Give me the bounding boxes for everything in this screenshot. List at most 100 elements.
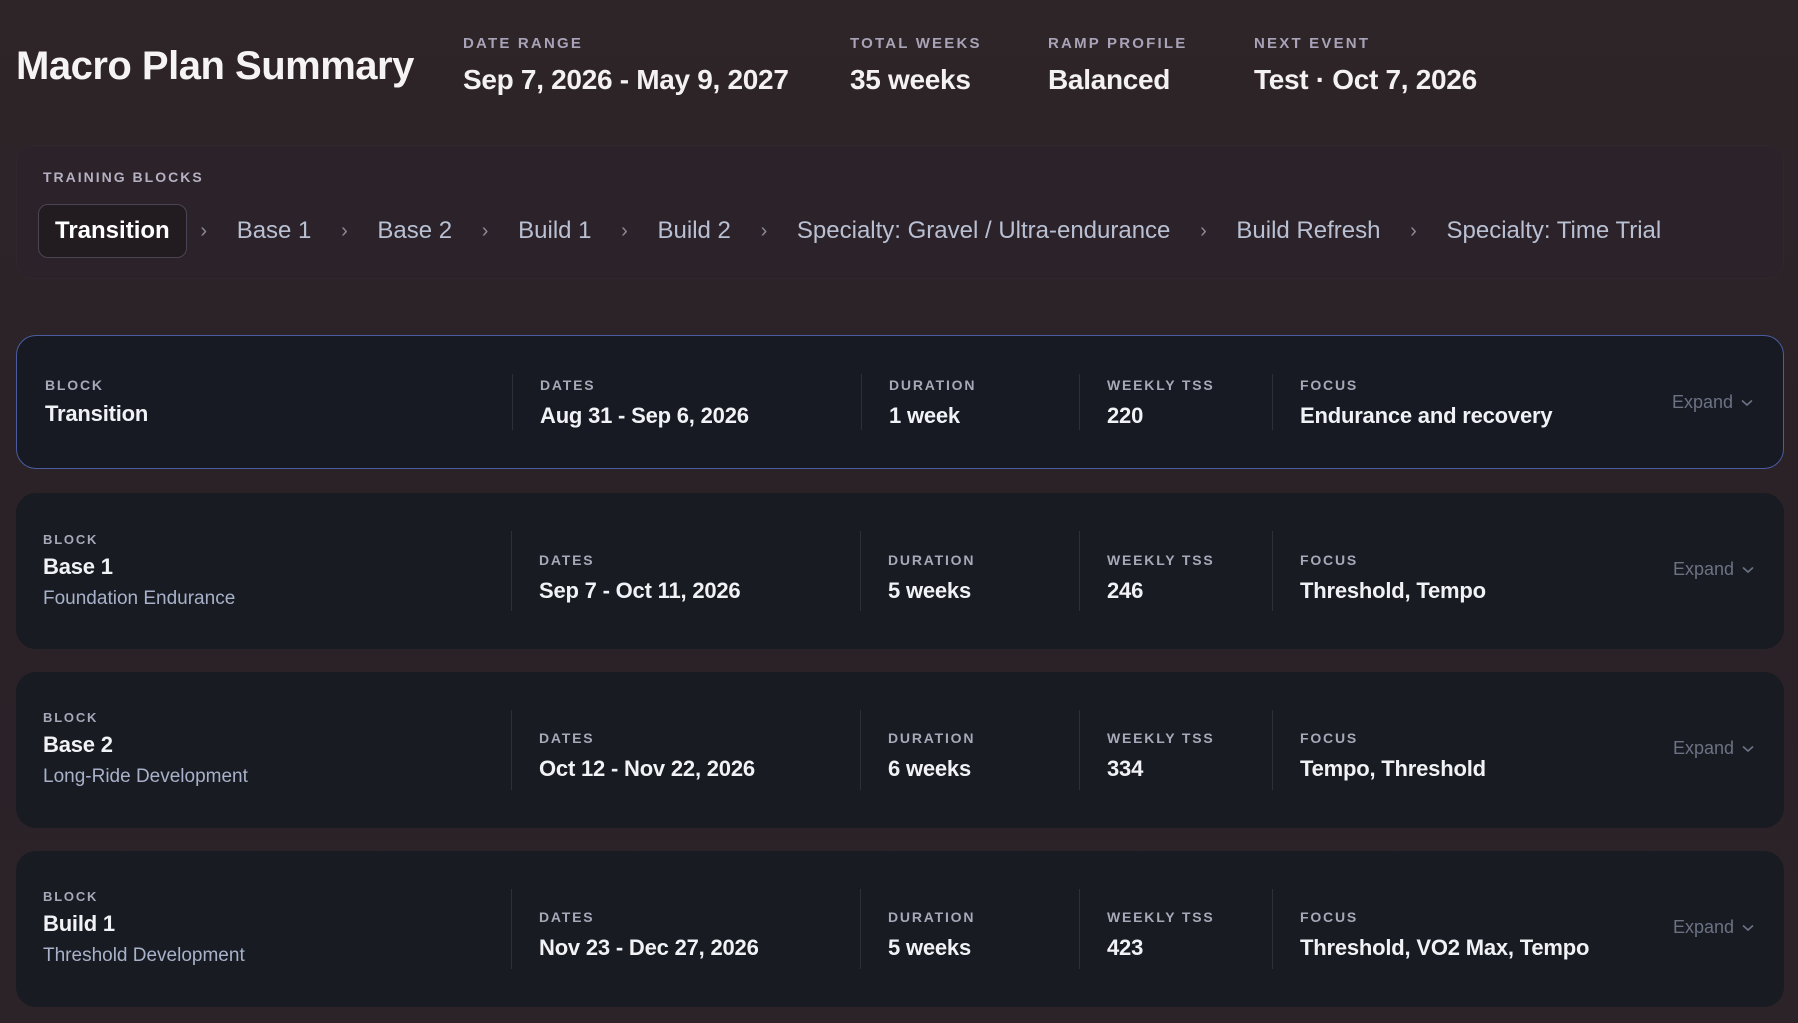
chevron-right-icon: › <box>200 219 208 242</box>
weekly-tss-value: 334 <box>1107 756 1144 781</box>
chevron-down-icon <box>1742 566 1754 573</box>
block-chip-transition[interactable]: Transition <box>38 204 187 258</box>
block-label: BLOCK <box>43 889 99 904</box>
column-divider <box>1079 531 1080 611</box>
focus-value: Tempo, Threshold <box>1300 756 1486 781</box>
column-divider <box>1272 889 1273 969</box>
focus-label: FOCUS <box>1300 909 1358 925</box>
block-name: Transition <box>45 401 149 426</box>
stat-label: DATE RANGE <box>463 35 584 52</box>
column-divider <box>1079 710 1080 790</box>
block-label: BLOCK <box>43 710 99 725</box>
block-col: BLOCK Build 1 Threshold Development <box>43 889 245 967</box>
expand-button[interactable]: Expand <box>1673 559 1754 580</box>
focus-value: Threshold, Tempo <box>1300 578 1486 603</box>
dates-label: DATES <box>539 909 595 925</box>
duration-value: 5 weeks <box>888 578 972 603</box>
expand-label: Expand <box>1671 392 1733 412</box>
chevron-right-icon: › <box>1200 219 1207 242</box>
block-subtitle: Long-Ride Development <box>43 766 248 787</box>
block-chip-specialty-gravel[interactable]: Specialty: Gravel / Ultra-endurance <box>781 205 1187 257</box>
duration-col: DURATION 5 weeks <box>888 909 975 961</box>
dates-value: Oct 12 - Nov 22, 2026 <box>539 756 755 781</box>
expand-button[interactable]: Expand <box>1673 738 1754 759</box>
duration-value: 5 weeks <box>888 935 972 960</box>
dates-label: DATES <box>540 377 596 393</box>
column-divider <box>1272 374 1273 430</box>
chevron-down-icon <box>1741 399 1753 406</box>
stat-label: RAMP PROFILE <box>1048 35 1188 52</box>
column-divider <box>512 374 513 430</box>
stat-label: TOTAL WEEKS <box>850 35 982 52</box>
stat-ramp-profile: RAMP PROFILE Balanced <box>1048 35 1187 96</box>
block-label: BLOCK <box>43 532 99 547</box>
dates-label: DATES <box>539 730 595 746</box>
block-col: BLOCK Base 2 Long-Ride Development <box>43 710 248 788</box>
duration-label: DURATION <box>889 377 977 393</box>
column-divider <box>1079 374 1080 430</box>
block-col: BLOCK Base 1 Foundation Endurance <box>43 532 235 610</box>
duration-label: DURATION <box>888 730 976 746</box>
chevron-down-icon <box>1742 924 1754 931</box>
weekly-tss-col: WEEKLY TSS 334 <box>1107 730 1214 782</box>
column-divider <box>860 531 861 611</box>
stat-value: 35 weeks <box>850 64 971 95</box>
chevron-down-icon <box>1742 745 1754 752</box>
column-divider <box>511 710 512 790</box>
column-divider <box>511 889 512 969</box>
block-chip-base-2[interactable]: Base 2 <box>361 205 468 257</box>
weekly-tss-label: WEEKLY TSS <box>1107 552 1215 568</box>
column-divider <box>861 374 862 430</box>
duration-value: 6 weeks <box>888 756 972 781</box>
duration-value: 1 week <box>889 403 960 428</box>
stat-total-weeks: TOTAL WEEKS 35 weeks <box>850 35 982 96</box>
focus-col: FOCUS Tempo, Threshold <box>1300 730 1486 782</box>
chevron-right-icon: › <box>621 219 628 242</box>
training-blocks-nav: Transition › Base 1 › Base 2 › Build 1 ›… <box>38 204 1677 258</box>
column-divider <box>1272 710 1273 790</box>
chevron-right-icon: › <box>760 219 768 242</box>
dates-value: Sep 7 - Oct 11, 2026 <box>539 578 741 603</box>
focus-col: FOCUS Threshold, VO2 Max, Tempo <box>1300 909 1589 961</box>
block-chip-build-refresh[interactable]: Build Refresh <box>1220 205 1396 257</box>
column-divider <box>860 710 861 790</box>
weekly-tss-col: WEEKLY TSS 246 <box>1107 552 1214 604</box>
column-divider <box>511 531 512 611</box>
training-blocks-title: TRAINING BLOCKS <box>43 169 204 185</box>
focus-label: FOCUS <box>1300 730 1358 746</box>
weekly-tss-value: 220 <box>1107 403 1144 428</box>
block-card-transition[interactable]: BLOCK Transition DATES Aug 31 - Sep 6, 2… <box>16 335 1784 469</box>
chevron-right-icon: › <box>341 219 348 242</box>
expand-button[interactable]: Expand <box>1672 392 1753 413</box>
block-name: Base 2 <box>43 732 113 757</box>
block-col: BLOCK Transition <box>45 377 148 427</box>
expand-button[interactable]: Expand <box>1673 917 1754 938</box>
training-blocks-panel: TRAINING BLOCKS Transition › Base 1 › Ba… <box>16 145 1784 279</box>
block-chip-build-1[interactable]: Build 1 <box>502 205 607 257</box>
column-divider <box>860 889 861 969</box>
stat-label: NEXT EVENT <box>1254 35 1371 52</box>
focus-col: FOCUS Endurance and recovery <box>1300 377 1553 429</box>
block-card-build-1[interactable]: BLOCK Build 1 Threshold Development DATE… <box>16 851 1784 1007</box>
dates-value: Aug 31 - Sep 6, 2026 <box>540 403 749 428</box>
weekly-tss-value: 423 <box>1107 935 1144 960</box>
expand-label: Expand <box>1672 559 1734 579</box>
weekly-tss-label: WEEKLY TSS <box>1107 377 1215 393</box>
block-chip-build-2[interactable]: Build 2 <box>642 205 747 257</box>
stat-value: Test · Oct 7, 2026 <box>1254 64 1477 95</box>
block-card-base-2[interactable]: BLOCK Base 2 Long-Ride Development DATES… <box>16 672 1784 828</box>
dates-label: DATES <box>539 552 595 568</box>
block-card-base-1[interactable]: BLOCK Base 1 Foundation Endurance DATES … <box>16 493 1784 649</box>
block-chip-base-1[interactable]: Base 1 <box>221 205 328 257</box>
weekly-tss-col: WEEKLY TSS 220 <box>1107 377 1214 429</box>
chevron-right-icon: › <box>1410 219 1417 242</box>
duration-label: DURATION <box>888 909 976 925</box>
weekly-tss-col: WEEKLY TSS 423 <box>1107 909 1214 961</box>
block-subtitle: Threshold Development <box>43 945 245 966</box>
block-chip-specialty-time-trial[interactable]: Specialty: Time Trial <box>1430 205 1677 257</box>
focus-col: FOCUS Threshold, Tempo <box>1300 552 1486 604</box>
stat-value: Balanced <box>1048 64 1171 95</box>
page-title: Macro Plan Summary <box>16 44 414 88</box>
chevron-right-icon: › <box>481 219 489 242</box>
block-name: Base 1 <box>43 554 113 579</box>
